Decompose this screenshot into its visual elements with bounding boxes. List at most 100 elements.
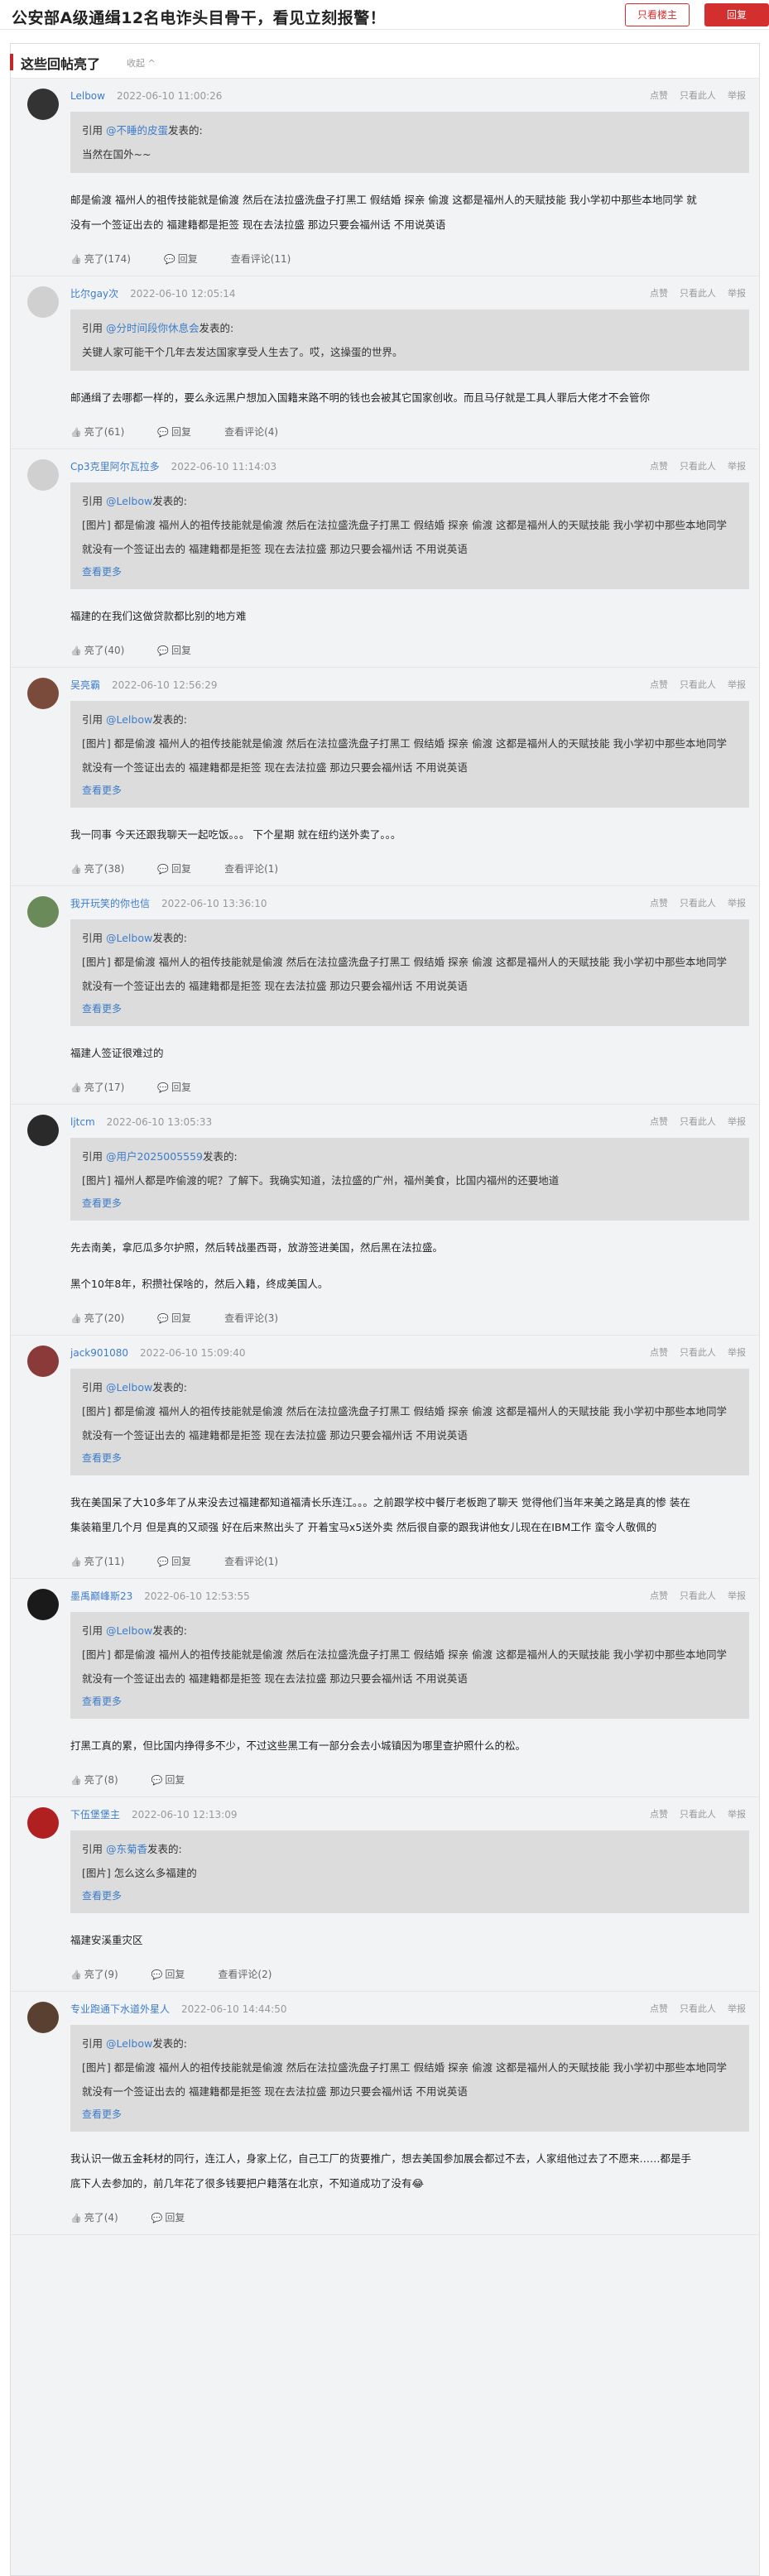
view-more-link[interactable]: 查看更多 bbox=[82, 561, 738, 583]
like-count-button[interactable]: 亮了(20) bbox=[70, 1312, 124, 1324]
collapse-toggle[interactable]: 收起 ^ bbox=[127, 56, 156, 70]
reply-link[interactable]: 回复 bbox=[151, 2212, 185, 2223]
avatar[interactable] bbox=[27, 2002, 59, 2033]
only-this-user-link[interactable]: 只看此人 bbox=[680, 90, 716, 101]
only-op-button[interactable]: 只看楼主 bbox=[625, 3, 690, 26]
reply-link[interactable]: 回复 bbox=[157, 1312, 191, 1324]
reply-link[interactable]: 回复 bbox=[157, 426, 191, 438]
quote-user-link[interactable]: @Lelbow bbox=[106, 495, 152, 507]
quote-user-link[interactable]: @东菊香 bbox=[106, 1843, 147, 1855]
view-more-link[interactable]: 查看更多 bbox=[82, 2103, 738, 2125]
report-link[interactable]: 举报 bbox=[728, 898, 746, 909]
quote-user-link[interactable]: @Lelbow bbox=[106, 932, 152, 944]
avatar[interactable] bbox=[27, 678, 59, 709]
username-link[interactable]: ljtcm bbox=[70, 1116, 95, 1128]
only-this-user-link[interactable]: 只看此人 bbox=[680, 1347, 716, 1358]
like-count-button[interactable]: 亮了(40) bbox=[70, 645, 124, 656]
like-count-button[interactable]: 亮了(38) bbox=[70, 863, 124, 875]
report-link[interactable]: 举报 bbox=[728, 90, 746, 101]
view-more-link[interactable]: 查看更多 bbox=[82, 1192, 738, 1214]
view-comments-link[interactable]: 查看评论(11) bbox=[231, 253, 291, 265]
report-link[interactable]: 举报 bbox=[728, 1116, 746, 1127]
report-link[interactable]: 举报 bbox=[728, 1809, 746, 1820]
username-link[interactable]: 墨禹巅峰斯23 bbox=[70, 1590, 132, 1602]
quote-user-link[interactable]: @Lelbow bbox=[106, 1381, 152, 1394]
view-more-link[interactable]: 查看更多 bbox=[82, 998, 738, 1019]
view-comments-link[interactable]: 查看评论(1) bbox=[224, 1556, 278, 1567]
avatar[interactable] bbox=[27, 1807, 59, 1839]
view-more-link[interactable]: 查看更多 bbox=[82, 780, 738, 801]
only-this-user-link[interactable]: 只看此人 bbox=[680, 1590, 716, 1601]
like-link[interactable]: 点赞 bbox=[650, 1809, 668, 1820]
quote-user-link[interactable]: @Lelbow bbox=[106, 2037, 152, 2050]
username-link[interactable]: Cp3克里阿尔瓦拉多 bbox=[70, 461, 160, 473]
view-comments-link[interactable]: 查看评论(1) bbox=[224, 863, 278, 875]
report-link[interactable]: 举报 bbox=[728, 461, 746, 472]
only-this-user-link[interactable]: 只看此人 bbox=[680, 2003, 716, 2014]
view-comments-link[interactable]: 查看评论(3) bbox=[224, 1312, 278, 1324]
post-body: 我认识一做五金耗材的同行，连江人，身家上亿，自己工厂的货要推广，想去美国参加展会… bbox=[70, 2147, 699, 2196]
like-count-button[interactable]: 亮了(4) bbox=[70, 2212, 118, 2223]
username-link[interactable]: jack901080 bbox=[70, 1347, 128, 1359]
like-link[interactable]: 点赞 bbox=[650, 288, 668, 299]
reply-link[interactable]: 回复 bbox=[157, 1556, 191, 1567]
like-link[interactable]: 点赞 bbox=[650, 679, 668, 690]
quote-user-link[interactable]: @Lelbow bbox=[106, 713, 152, 726]
only-this-user-link[interactable]: 只看此人 bbox=[680, 461, 716, 472]
only-this-user-link[interactable]: 只看此人 bbox=[680, 1116, 716, 1127]
view-more-link[interactable]: 查看更多 bbox=[82, 1447, 738, 1469]
avatar[interactable] bbox=[27, 1346, 59, 1377]
like-count-button[interactable]: 亮了(61) bbox=[70, 426, 124, 438]
like-link[interactable]: 点赞 bbox=[650, 461, 668, 472]
like-link[interactable]: 点赞 bbox=[650, 1347, 668, 1358]
like-link[interactable]: 点赞 bbox=[650, 1590, 668, 1601]
reply-link[interactable]: 回复 bbox=[157, 645, 191, 656]
like-count-button[interactable]: 亮了(174) bbox=[70, 253, 131, 265]
view-comments-link[interactable]: 查看评论(4) bbox=[224, 426, 278, 438]
avatar[interactable] bbox=[27, 1589, 59, 1620]
avatar[interactable] bbox=[27, 896, 59, 928]
username-link[interactable]: 我开玩笑的你也信 bbox=[70, 898, 150, 909]
report-link[interactable]: 举报 bbox=[728, 2003, 746, 2014]
report-link[interactable]: 举报 bbox=[728, 1590, 746, 1601]
reply-link[interactable]: 回复 bbox=[157, 1082, 191, 1093]
username-link[interactable]: Lelbow bbox=[70, 90, 105, 102]
username-link[interactable]: 下伍堡堡主 bbox=[70, 1809, 120, 1820]
report-link[interactable]: 举报 bbox=[728, 288, 746, 299]
quote-header: 引用 @Lelbow发表的: bbox=[82, 489, 738, 513]
only-this-user-link[interactable]: 只看此人 bbox=[680, 1809, 716, 1820]
reply-button[interactable]: 回复 bbox=[704, 3, 769, 26]
view-more-link[interactable]: 查看更多 bbox=[82, 1691, 738, 1712]
only-this-user-link[interactable]: 只看此人 bbox=[680, 898, 716, 909]
like-link[interactable]: 点赞 bbox=[650, 898, 668, 909]
username-link[interactable]: 吴亮霸 bbox=[70, 679, 100, 691]
like-link[interactable]: 点赞 bbox=[650, 90, 668, 101]
username-link[interactable]: 专业跑通下水道外星人 bbox=[70, 2003, 170, 2015]
reply-link[interactable]: 回复 bbox=[157, 863, 191, 875]
only-this-user-link[interactable]: 只看此人 bbox=[680, 288, 716, 299]
quote-user-link[interactable]: @Lelbow bbox=[106, 1624, 152, 1637]
only-this-user-link[interactable]: 只看此人 bbox=[680, 679, 716, 690]
like-link[interactable]: 点赞 bbox=[650, 2003, 668, 2014]
quote-user-link[interactable]: @不睡的皮蛋 bbox=[106, 124, 168, 137]
reply-link[interactable]: 回复 bbox=[151, 1774, 185, 1786]
report-link[interactable]: 举报 bbox=[728, 1347, 746, 1358]
view-comments-link[interactable]: 查看评论(2) bbox=[218, 1969, 272, 1980]
reply-link[interactable]: 回复 bbox=[151, 1969, 185, 1980]
like-count-button[interactable]: 亮了(11) bbox=[70, 1556, 124, 1567]
avatar[interactable] bbox=[27, 89, 59, 120]
like-count-button[interactable]: 亮了(9) bbox=[70, 1969, 118, 1980]
report-link[interactable]: 举报 bbox=[728, 679, 746, 690]
quote-user-link[interactable]: @分时间段你休息会 bbox=[106, 322, 199, 334]
view-more-link[interactable]: 查看更多 bbox=[82, 1885, 738, 1907]
post-actions: 亮了(20) 回复 查看评论(3) bbox=[70, 1308, 746, 1328]
avatar[interactable] bbox=[27, 1115, 59, 1146]
quote-user-link[interactable]: @用户2025005559 bbox=[106, 1150, 203, 1163]
avatar[interactable] bbox=[27, 459, 59, 491]
like-link[interactable]: 点赞 bbox=[650, 1116, 668, 1127]
reply-link[interactable]: 回复 bbox=[164, 253, 198, 265]
like-count-button[interactable]: 亮了(17) bbox=[70, 1082, 124, 1093]
username-link[interactable]: 比尔gay次 bbox=[70, 288, 118, 300]
avatar[interactable] bbox=[27, 286, 59, 318]
like-count-button[interactable]: 亮了(8) bbox=[70, 1774, 118, 1786]
